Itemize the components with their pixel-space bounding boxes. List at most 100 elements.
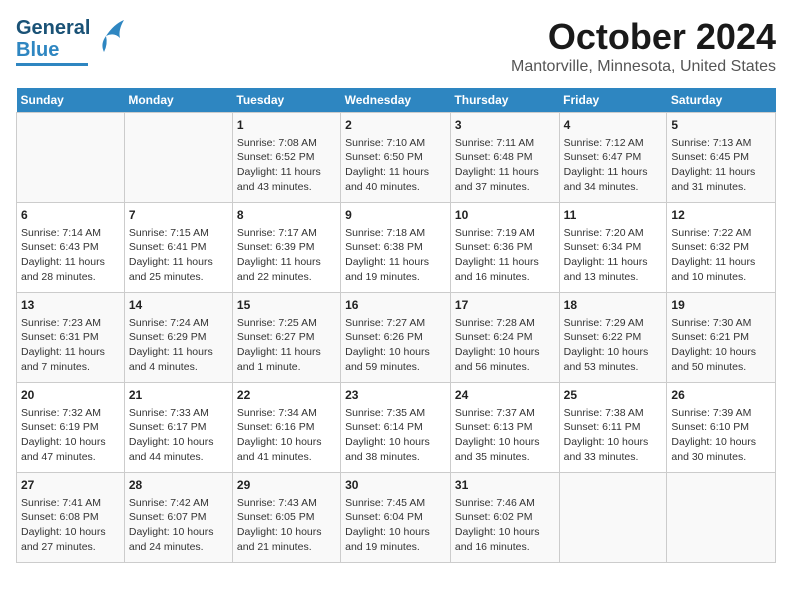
day-info: Sunrise: 7:18 AM [345, 226, 446, 241]
day-info: Sunset: 6:22 PM [564, 330, 663, 345]
day-number: 1 [237, 117, 336, 134]
day-info: Sunrise: 7:13 AM [671, 136, 771, 151]
day-info: Sunrise: 7:46 AM [455, 496, 555, 511]
day-number: 17 [455, 297, 555, 314]
day-info: Daylight: 10 hours and 33 minutes. [564, 435, 663, 464]
calendar-cell: 23Sunrise: 7:35 AMSunset: 6:14 PMDayligh… [341, 383, 451, 473]
calendar-cell: 14Sunrise: 7:24 AMSunset: 6:29 PMDayligh… [124, 293, 232, 383]
calendar-cell: 16Sunrise: 7:27 AMSunset: 6:26 PMDayligh… [341, 293, 451, 383]
calendar-week-4: 20Sunrise: 7:32 AMSunset: 6:19 PMDayligh… [17, 383, 776, 473]
day-info: Sunset: 6:19 PM [21, 420, 120, 435]
calendar-header-row: SundayMondayTuesdayWednesdayThursdayFrid… [17, 88, 776, 113]
day-info: Sunset: 6:16 PM [237, 420, 336, 435]
day-number: 2 [345, 117, 446, 134]
day-info: Sunset: 6:50 PM [345, 150, 446, 165]
day-info: Sunrise: 7:12 AM [564, 136, 663, 151]
calendar-table: SundayMondayTuesdayWednesdayThursdayFrid… [16, 88, 776, 563]
day-info: Sunset: 6:24 PM [455, 330, 555, 345]
day-info: Daylight: 10 hours and 44 minutes. [129, 435, 228, 464]
day-info: Sunrise: 7:10 AM [345, 136, 446, 151]
logo-bird-icon [96, 16, 126, 61]
day-number: 15 [237, 297, 336, 314]
day-number: 13 [21, 297, 120, 314]
day-number: 5 [671, 117, 771, 134]
calendar-cell [559, 473, 667, 563]
day-number: 27 [21, 477, 120, 494]
day-info: Sunrise: 7:20 AM [564, 226, 663, 241]
calendar-cell: 26Sunrise: 7:39 AMSunset: 6:10 PMDayligh… [667, 383, 776, 473]
day-number: 4 [564, 117, 663, 134]
header-sunday: Sunday [17, 88, 125, 113]
day-info: Daylight: 11 hours and 16 minutes. [455, 255, 555, 284]
day-info: Daylight: 10 hours and 53 minutes. [564, 345, 663, 374]
day-number: 30 [345, 477, 446, 494]
day-info: Daylight: 11 hours and 13 minutes. [564, 255, 663, 284]
day-number: 7 [129, 207, 228, 224]
day-info: Sunrise: 7:45 AM [345, 496, 446, 511]
day-info: Sunrise: 7:28 AM [455, 316, 555, 331]
calendar-cell: 17Sunrise: 7:28 AMSunset: 6:24 PMDayligh… [450, 293, 559, 383]
day-number: 25 [564, 387, 663, 404]
day-info: Sunset: 6:08 PM [21, 510, 120, 525]
day-number: 11 [564, 207, 663, 224]
day-info: Sunrise: 7:17 AM [237, 226, 336, 241]
header-friday: Friday [559, 88, 667, 113]
calendar-cell: 22Sunrise: 7:34 AMSunset: 6:16 PMDayligh… [232, 383, 340, 473]
logo-general: General [16, 17, 90, 39]
day-info: Daylight: 10 hours and 21 minutes. [237, 525, 336, 554]
calendar-cell: 29Sunrise: 7:43 AMSunset: 6:05 PMDayligh… [232, 473, 340, 563]
day-info: Sunset: 6:27 PM [237, 330, 336, 345]
day-info: Daylight: 11 hours and 4 minutes. [129, 345, 228, 374]
day-info: Sunrise: 7:34 AM [237, 406, 336, 421]
day-info: Sunrise: 7:38 AM [564, 406, 663, 421]
day-info: Sunrise: 7:41 AM [21, 496, 120, 511]
day-number: 24 [455, 387, 555, 404]
logo-underline [16, 63, 88, 66]
header-wednesday: Wednesday [341, 88, 451, 113]
day-number: 9 [345, 207, 446, 224]
day-number: 22 [237, 387, 336, 404]
day-info: Daylight: 11 hours and 31 minutes. [671, 165, 771, 194]
title-block: October 2024 Mantorville, Minnesota, Uni… [511, 16, 776, 76]
day-info: Daylight: 11 hours and 34 minutes. [564, 165, 663, 194]
day-info: Daylight: 11 hours and 10 minutes. [671, 255, 771, 284]
day-info: Sunset: 6:17 PM [129, 420, 228, 435]
day-info: Daylight: 10 hours and 24 minutes. [129, 525, 228, 554]
day-info: Sunrise: 7:11 AM [455, 136, 555, 151]
day-info: Sunrise: 7:42 AM [129, 496, 228, 511]
day-number: 21 [129, 387, 228, 404]
day-info: Sunset: 6:26 PM [345, 330, 446, 345]
day-info: Sunset: 6:29 PM [129, 330, 228, 345]
calendar-week-3: 13Sunrise: 7:23 AMSunset: 6:31 PMDayligh… [17, 293, 776, 383]
day-info: Daylight: 10 hours and 47 minutes. [21, 435, 120, 464]
day-info: Sunrise: 7:43 AM [237, 496, 336, 511]
day-number: 14 [129, 297, 228, 314]
day-info: Sunset: 6:48 PM [455, 150, 555, 165]
calendar-cell: 19Sunrise: 7:30 AMSunset: 6:21 PMDayligh… [667, 293, 776, 383]
day-number: 3 [455, 117, 555, 134]
day-info: Sunrise: 7:37 AM [455, 406, 555, 421]
day-info: Sunset: 6:10 PM [671, 420, 771, 435]
day-info: Sunset: 6:14 PM [345, 420, 446, 435]
calendar-cell: 5Sunrise: 7:13 AMSunset: 6:45 PMDaylight… [667, 113, 776, 203]
calendar-cell: 9Sunrise: 7:18 AMSunset: 6:38 PMDaylight… [341, 203, 451, 293]
calendar-cell: 2 Sunrise: 7:10 AMSunset: 6:50 PMDaylight… [341, 113, 451, 203]
day-info: Daylight: 11 hours and 1 minute. [237, 345, 336, 374]
day-number: 20 [21, 387, 120, 404]
day-info: Sunset: 6:34 PM [564, 240, 663, 255]
day-number: 19 [671, 297, 771, 314]
day-info: Sunset: 6:31 PM [21, 330, 120, 345]
day-info: Daylight: 10 hours and 50 minutes. [671, 345, 771, 374]
day-info: Daylight: 11 hours and 28 minutes. [21, 255, 120, 284]
day-info: Daylight: 10 hours and 27 minutes. [21, 525, 120, 554]
page-subtitle: Mantorville, Minnesota, United States [511, 58, 776, 76]
header-thursday: Thursday [450, 88, 559, 113]
day-info: Sunset: 6:21 PM [671, 330, 771, 345]
day-info: Daylight: 11 hours and 37 minutes. [455, 165, 555, 194]
day-info: Daylight: 10 hours and 30 minutes. [671, 435, 771, 464]
calendar-cell: 31Sunrise: 7:46 AMSunset: 6:02 PMDayligh… [450, 473, 559, 563]
day-info: Daylight: 10 hours and 35 minutes. [455, 435, 555, 464]
day-number: 16 [345, 297, 446, 314]
day-info: Daylight: 11 hours and 40 minutes. [345, 165, 446, 194]
day-number: 29 [237, 477, 336, 494]
